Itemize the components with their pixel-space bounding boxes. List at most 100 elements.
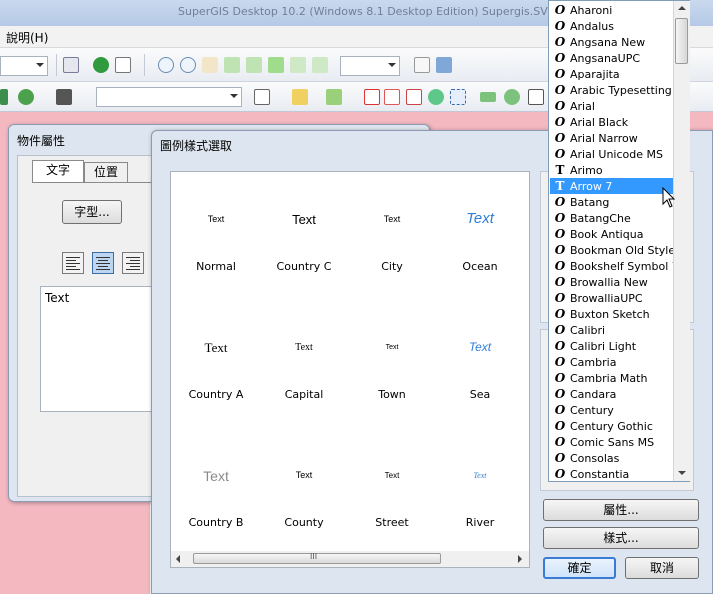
style-item-country-a[interactable]: Text Country A (172, 300, 260, 420)
rotate-icon[interactable] (428, 89, 444, 105)
opentype-font-icon: O (554, 275, 566, 289)
pointer-help-icon[interactable] (115, 57, 131, 73)
font-item[interactable]: O Arial Unicode MS (550, 146, 673, 162)
layer-icon[interactable] (0, 89, 8, 105)
font-item[interactable]: O Arial Narrow (550, 130, 673, 146)
rectangle-draw-icon[interactable] (480, 92, 496, 102)
refresh-icon[interactable] (18, 89, 34, 105)
pencil-icon[interactable] (292, 89, 308, 105)
style-label: Sea (469, 388, 491, 401)
font-item[interactable]: O Buxton Sketch (550, 306, 673, 322)
tab-position[interactable]: 位置 (84, 162, 128, 182)
fixed-zoom-out-icon[interactable] (246, 57, 262, 73)
font-item[interactable]: O Browallia New (550, 274, 673, 290)
scroll-down-icon[interactable] (678, 471, 686, 475)
font-item[interactable]: O Cambria Math (550, 370, 673, 386)
align-center-button[interactable] (92, 252, 114, 274)
previous-extent-icon[interactable] (290, 57, 306, 73)
sketch-icon[interactable] (326, 89, 342, 105)
style-item-sea[interactable]: Text Sea (436, 300, 524, 420)
font-item[interactable]: O Candara (550, 386, 673, 402)
cancel-button[interactable]: 取消 (625, 557, 699, 579)
style-sample: Text (295, 342, 313, 353)
scroll-right-icon[interactable] (518, 555, 522, 563)
clapper-icon[interactable] (56, 89, 72, 105)
font-item[interactable]: O Arial Black (550, 114, 673, 130)
font-item[interactable]: O Consolas (550, 450, 673, 466)
font-icon[interactable] (528, 89, 544, 105)
style-grid-hscrollbar[interactable]: III (170, 551, 530, 568)
scale-combo[interactable] (0, 56, 48, 76)
font-item[interactable]: O Cambria (550, 354, 673, 370)
style-item-city[interactable]: Text City (348, 172, 436, 292)
move-icon[interactable] (406, 89, 422, 105)
font-item[interactable]: O Aparajita (550, 66, 673, 82)
font-item[interactable]: O Arial (550, 98, 673, 114)
font-item[interactable]: O Angsana New (550, 34, 673, 50)
font-item[interactable]: O Century Gothic (550, 418, 673, 434)
font-item[interactable]: T Arrow 7 (550, 178, 673, 194)
font-item[interactable]: O AngsanaUPC (550, 50, 673, 66)
align-left-button[interactable] (62, 252, 84, 274)
style-item-street[interactable]: Text Street (348, 428, 436, 548)
font-item[interactable]: O Constantia (550, 466, 673, 482)
table-icon[interactable] (414, 57, 430, 73)
scroll-thumb[interactable] (675, 18, 688, 64)
font-item-label: Andalus (570, 20, 614, 33)
font-item-label: Book Antiqua (570, 228, 644, 241)
pan-icon[interactable] (202, 57, 218, 73)
style-item-town[interactable]: Text Town (348, 300, 436, 420)
font-item[interactable]: O BrowalliaUPC (550, 290, 673, 306)
full-extent-icon[interactable] (268, 57, 284, 73)
rectangle-select-icon[interactable] (450, 89, 466, 105)
scroll-thumb[interactable]: III (193, 552, 441, 564)
style-item-capital[interactable]: Text Capital (260, 300, 348, 420)
style-item-river[interactable]: Text River (436, 428, 524, 548)
font-item[interactable]: O Andalus (550, 18, 673, 34)
zoom-out-icon[interactable] (180, 57, 196, 73)
select-elements-icon[interactable] (254, 89, 270, 105)
zoom-in-icon[interactable] (158, 57, 174, 73)
font-item[interactable]: O BatangChe (550, 210, 673, 226)
font-item[interactable]: O Batang (550, 194, 673, 210)
menu-help[interactable]: 說明(H) (6, 29, 48, 46)
font-item[interactable]: O Calibri (550, 322, 673, 338)
align-right-button[interactable] (122, 252, 144, 274)
style-item-ocean[interactable]: Text Ocean (436, 172, 524, 292)
font-item[interactable]: O Comic Sans MS (550, 434, 673, 450)
tab-text[interactable]: 文字 (32, 160, 84, 182)
delete-vertex-icon[interactable] (364, 89, 380, 105)
style-button[interactable]: 樣式... (543, 527, 699, 549)
font-item[interactable]: T Arimo (550, 162, 673, 178)
font-item[interactable]: O Bookman Old Style (550, 242, 675, 258)
python-icon[interactable] (63, 57, 79, 73)
scroll-left-icon[interactable] (176, 555, 180, 563)
style-item-country-b[interactable]: Text Country B (172, 428, 260, 548)
font-item[interactable]: O Bookshelf Symbol 7 (550, 258, 679, 274)
opentype-font-icon: O (554, 131, 566, 145)
font-list-scrollbar[interactable] (673, 1, 690, 481)
font-dropdown-list[interactable]: O Aharoni O Andalus O Angsana New O AngsanaUPC O… (548, 0, 690, 482)
font-item[interactable]: O Aharoni (550, 2, 673, 18)
layout-icon[interactable] (436, 57, 452, 73)
style-sample: Text (385, 344, 399, 351)
font-button[interactable]: 字型... (62, 200, 122, 224)
style-sample: Text (203, 468, 229, 484)
layer-combo[interactable] (96, 87, 242, 107)
font-item[interactable]: O Book Antiqua (550, 226, 673, 242)
style-item-country-c[interactable]: Text Country C (260, 172, 348, 292)
help-icon[interactable] (93, 57, 109, 73)
properties-button[interactable]: 屬性... (543, 499, 699, 521)
map-scale-combo[interactable] (340, 56, 400, 76)
ok-button[interactable]: 確定 (543, 557, 616, 579)
scroll-up-icon[interactable] (678, 6, 686, 10)
style-item-county[interactable]: Text County (260, 428, 348, 548)
font-item[interactable]: O Arabic Typesetting (550, 82, 673, 98)
font-item[interactable]: O Calibri Light (550, 338, 673, 354)
next-extent-icon[interactable] (312, 57, 328, 73)
split-icon[interactable] (384, 89, 400, 105)
style-item-normal[interactable]: Text Normal (172, 172, 260, 292)
fixed-zoom-in-icon[interactable] (224, 57, 240, 73)
circle-draw-icon[interactable] (504, 89, 520, 105)
font-item[interactable]: O Century (550, 402, 673, 418)
